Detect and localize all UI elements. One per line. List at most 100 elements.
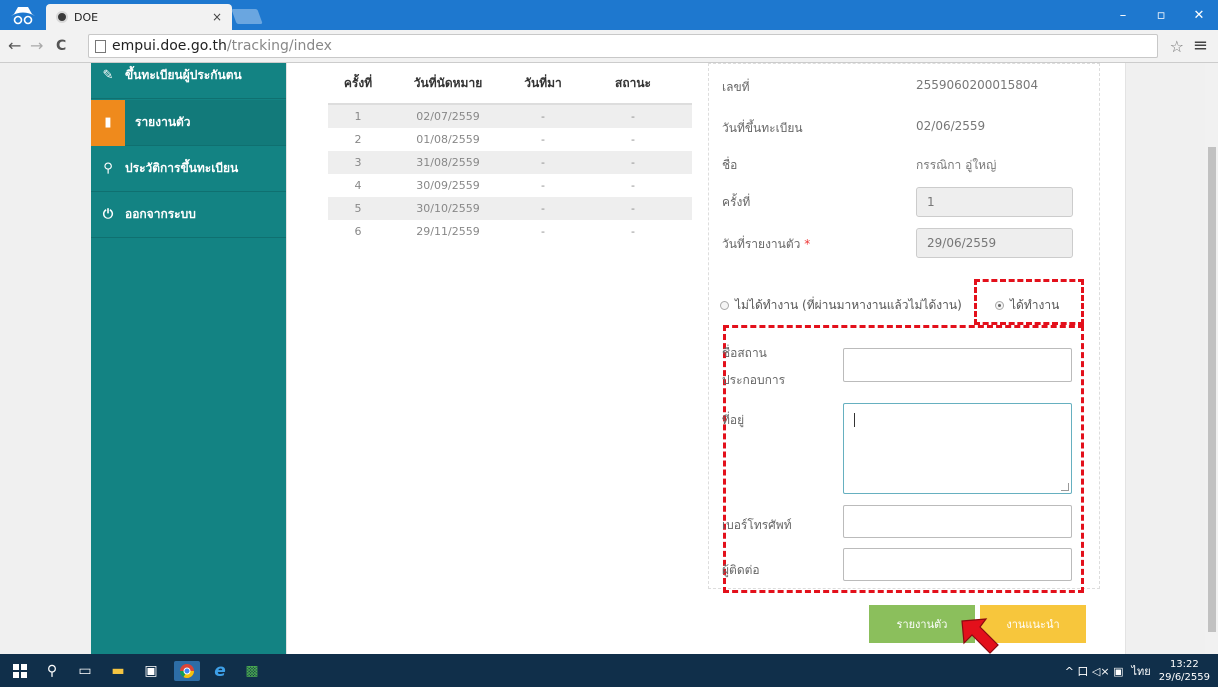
incognito-icon xyxy=(6,4,40,26)
resize-grip-icon[interactable] xyxy=(1061,483,1069,491)
cell: - xyxy=(541,202,545,215)
table-row: 5 30/10/2559 - - xyxy=(328,197,692,220)
cell: 1 xyxy=(354,110,362,123)
language-indicator[interactable]: ไทย xyxy=(1131,662,1150,680)
sidebar-item-label: ประวัติการขึ้นทะเบียน xyxy=(125,161,239,175)
cell: 30/09/2559 xyxy=(416,179,480,192)
business-name-input[interactable] xyxy=(843,348,1072,382)
cell: 4 xyxy=(354,179,362,192)
scrollbar-thumb[interactable] xyxy=(1208,147,1216,632)
store-icon[interactable]: ▣ xyxy=(141,661,161,681)
pointer-arrow-icon xyxy=(961,618,999,654)
tab-title: DOE xyxy=(74,10,99,24)
cell: 29/11/2559 xyxy=(416,225,480,238)
search-icon[interactable]: ⚲ xyxy=(42,661,62,681)
sidebar-item-label: ขึ้นทะเบียนผู้ประกันตน xyxy=(125,68,242,82)
tray-icons[interactable]: ^ 口 ◁× ▣ xyxy=(1065,663,1124,679)
report-icon: ▮ xyxy=(91,99,125,146)
phone-input[interactable] xyxy=(843,505,1072,538)
highlight-box-working-option xyxy=(974,279,1084,325)
address-label: ที่อยู่ xyxy=(722,413,745,427)
appointment-table: ครั้งที่ วันที่นัดหมาย วันที่มา สถานะ 1 0… xyxy=(328,63,692,243)
table-body: 1 02/07/2559 - - 2 01/08/2559 - - 3 31/08/2559 -… xyxy=(328,105,692,243)
number-label: เลขที่ xyxy=(722,80,750,94)
url-path: /tracking/index xyxy=(226,38,332,54)
radio-not-working[interactable]: ไม่ได้ทำงาน (ที่ผ่านมาหางานแล้วไม่ได้งาน… xyxy=(720,296,962,315)
cell: 2 xyxy=(354,133,362,146)
file-explorer-icon[interactable]: ▬ xyxy=(108,661,128,681)
name-label: ชื่อ xyxy=(722,158,738,172)
reg-date-label: วันที่ขึ้นทะเบียน xyxy=(722,121,803,135)
forward-button[interactable]: → xyxy=(30,36,43,55)
minimize-button[interactable]: – xyxy=(1104,0,1142,30)
round-label: ครั้งที่ xyxy=(722,195,751,209)
phone-label: เบอร์โทรศัพท์ xyxy=(722,518,792,532)
sidebar-item-label: รายงานตัว xyxy=(135,115,191,129)
bookmark-star-icon[interactable]: ☆ xyxy=(1170,37,1184,56)
clock-date: 29/6/2559 xyxy=(1158,671,1210,683)
edge-icon[interactable]: e xyxy=(210,661,230,681)
report-date-label-text: วันที่รายงานตัว xyxy=(722,237,801,251)
table-header: ครั้งที่ วันที่นัดหมาย วันที่มา สถานะ xyxy=(328,63,692,105)
table-row: 2 01/08/2559 - - xyxy=(328,128,692,151)
url-host: empui.doe.go.th xyxy=(112,38,227,54)
cell: - xyxy=(541,156,545,169)
browser-menu-button[interactable]: ≡ xyxy=(1193,35,1208,56)
windows-start-icon[interactable] xyxy=(10,661,30,681)
sidebar-item-history[interactable]: ⚲ ประวัติการขึ้นทะเบียน xyxy=(91,146,286,192)
table-row: 3 31/08/2559 - - xyxy=(328,151,692,174)
name-value: กรรณิกา อู่ใหญ่ xyxy=(916,158,997,172)
app-icon[interactable]: ▩ xyxy=(242,661,262,681)
reload-button[interactable]: C xyxy=(56,38,66,54)
reg-date-value: 02/06/2559 xyxy=(916,119,986,133)
clock-time: 13:22 xyxy=(1169,658,1199,670)
text-cursor xyxy=(854,413,855,427)
cell: - xyxy=(631,225,635,238)
cell: 3 xyxy=(354,156,362,169)
business-name-label-line1: ชื่อสถาน xyxy=(722,346,767,360)
system-tray: ^ 口 ◁× ▣ ไทย 13:22 29/6/2559 xyxy=(1065,654,1210,687)
new-tab-button[interactable] xyxy=(231,9,263,24)
table-row: 1 02/07/2559 - - xyxy=(328,105,692,128)
clock[interactable]: 13:22 29/6/2559 xyxy=(1159,658,1210,684)
table-row: 4 30/09/2559 - - xyxy=(328,174,692,197)
page-scrollbar[interactable] xyxy=(1205,63,1218,654)
radio-not-working-label: ไม่ได้ทำงาน (ที่ผ่านมาหางานแล้วไม่ได้งาน… xyxy=(735,298,962,312)
cell: - xyxy=(631,133,635,146)
close-window-button[interactable]: ✕ xyxy=(1180,0,1218,30)
cell: 6 xyxy=(354,225,362,238)
contact-input[interactable] xyxy=(843,548,1072,581)
maximize-button[interactable]: ▫ xyxy=(1142,0,1180,30)
address-textarea[interactable] xyxy=(843,403,1072,494)
sidebar-item-report[interactable]: ▮ รายงานตัว xyxy=(91,99,286,146)
radio-button-icon[interactable] xyxy=(720,301,729,310)
business-name-label-line2: ประกอบการ xyxy=(722,373,786,387)
back-button[interactable]: ← xyxy=(8,36,21,55)
site-favicon-icon xyxy=(56,11,68,23)
cell: 5 xyxy=(354,202,362,215)
cell: - xyxy=(541,179,545,192)
business-name-label: ชื่อสถาน ประกอบการ xyxy=(722,344,785,390)
col-header-status: สถานะ xyxy=(615,75,651,90)
table-row: 6 29/11/2559 - - xyxy=(328,220,692,243)
chrome-icon[interactable] xyxy=(174,661,200,681)
sidebar-item-register[interactable]: ✎ ขึ้นทะเบียนผู้ประกันตน xyxy=(91,53,286,99)
sidebar-item-logout[interactable]: ⏻ ออกจากระบบ xyxy=(91,192,286,238)
browser-tab[interactable]: DOE × xyxy=(46,4,232,30)
cell: 30/10/2559 xyxy=(416,202,480,215)
cell: 01/08/2559 xyxy=(416,133,480,146)
power-icon: ⏻ xyxy=(102,207,114,222)
taskbar: ⚲ ▭ ▬ ▣ e ▩ ^ 口 ◁× ▣ ไทย 13:22 29/6/2559 xyxy=(0,654,1218,687)
col-header-appointment-date: วันที่นัดหมาย xyxy=(413,75,483,90)
sidebar-item-label: ออกจากระบบ xyxy=(125,207,196,221)
cell: - xyxy=(631,202,635,215)
cell: - xyxy=(541,225,545,238)
tab-close-button[interactable]: × xyxy=(212,10,222,24)
task-view-icon[interactable]: ▭ xyxy=(75,661,95,681)
sidebar: ✎ ขึ้นทะเบียนผู้ประกันตน ▮ รายงานตัว ⚲ ป… xyxy=(91,63,286,654)
round-field: 1 xyxy=(916,187,1073,217)
cell: - xyxy=(541,133,545,146)
page-icon xyxy=(95,39,106,53)
cell: - xyxy=(631,156,635,169)
col-header-visit-date: วันที่มา xyxy=(524,75,562,90)
